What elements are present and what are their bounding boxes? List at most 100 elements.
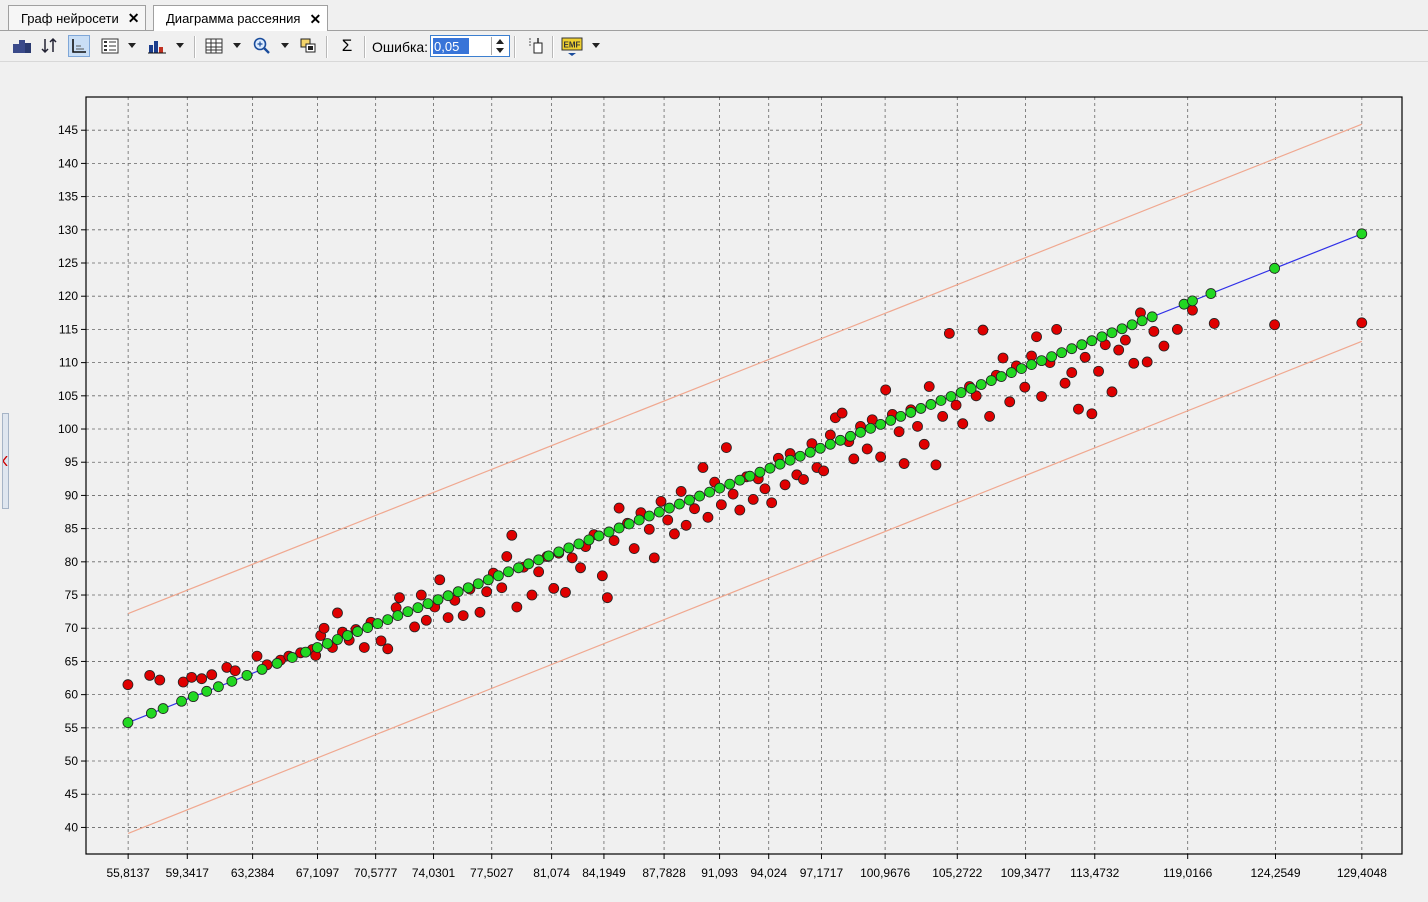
actual-point [154, 674, 166, 686]
zoom-icon[interactable] [251, 35, 273, 57]
predicted-point [1126, 319, 1138, 331]
predicted-point [1056, 347, 1068, 359]
network-icon[interactable] [11, 35, 33, 57]
predicted-point [1026, 359, 1037, 371]
actual-point [977, 324, 989, 336]
y-tick-label: 85 [65, 522, 79, 536]
actual-point [779, 479, 791, 491]
predicted-point [985, 375, 997, 386]
predicted-point [1086, 335, 1098, 347]
y-tick-label: 100 [58, 422, 78, 436]
y-tick-label: 80 [65, 555, 79, 569]
layers-icon[interactable] [297, 35, 319, 57]
chevron-down-icon[interactable] [128, 43, 136, 48]
list-view-icon[interactable] [99, 35, 121, 57]
actual-point [759, 483, 771, 495]
predicted-point [674, 498, 685, 510]
actual-point [875, 451, 887, 463]
x-tick-label: 94,024 [750, 866, 787, 880]
predicted-point [543, 550, 555, 562]
actual-point [818, 465, 830, 477]
y-tick-label: 120 [58, 289, 78, 303]
actual-point [898, 458, 910, 469]
side-panel-handle[interactable] [2, 413, 9, 509]
chevron-down-icon[interactable] [176, 43, 184, 48]
actual-point [727, 488, 739, 500]
predicted-point [226, 675, 238, 687]
y-tick-label: 130 [58, 223, 78, 237]
close-icon[interactable]: ✕ [128, 11, 140, 25]
actual-point [628, 543, 640, 554]
chevron-down-icon[interactable] [233, 43, 241, 48]
x-tick-label: 55,8137 [106, 866, 150, 880]
error-stepper[interactable] [430, 35, 510, 57]
actual-point [442, 612, 454, 624]
predicted-point [1187, 295, 1198, 307]
predicted-point [965, 383, 977, 394]
tab-scatter-diagram[interactable]: Диаграмма рассеяния ✕ [153, 5, 329, 31]
actual-point [1093, 365, 1104, 377]
predicted-point [1116, 323, 1128, 335]
predicted-point [1096, 331, 1108, 343]
predicted-point [1146, 311, 1158, 323]
actual-point [1073, 403, 1084, 415]
actual-point [648, 552, 660, 564]
emf-export-icon[interactable]: EMF [561, 35, 583, 57]
actual-point [196, 673, 208, 685]
spin-up-icon[interactable] [492, 37, 508, 46]
actual-point [533, 566, 545, 578]
spin-buttons[interactable] [491, 37, 508, 55]
scatter-plot[interactable]: 40 45 50 55 60 65 70 75 80 85 90 95 100 105 110 115 120 1… [10, 62, 1428, 902]
predicted-point [824, 438, 836, 450]
actual-point [186, 671, 198, 683]
actual-point [144, 669, 156, 681]
y-tick-label: 45 [65, 787, 79, 801]
actual-point [747, 494, 759, 505]
actual-point [943, 327, 955, 339]
emf-label: EMF [564, 41, 581, 50]
bar-chart-icon[interactable] [146, 35, 168, 57]
predicted-point [834, 434, 846, 446]
y-tick-label: 110 [59, 356, 78, 370]
close-icon[interactable]: ✕ [309, 12, 321, 26]
actual-point [1356, 317, 1368, 329]
predicted-point [885, 414, 897, 426]
predicted-point [875, 418, 887, 430]
predicted-point [935, 395, 947, 406]
sigma-icon[interactable]: Σ [336, 35, 358, 57]
y-tick-label: 115 [59, 322, 78, 336]
y-tick-label: 70 [65, 621, 79, 635]
actual-point [206, 669, 218, 681]
x-tick-label: 105,2722 [932, 866, 982, 880]
spin-down-icon[interactable] [492, 46, 508, 55]
actual-point [1019, 381, 1031, 393]
actual-point [613, 502, 625, 514]
x-tick-label: 124,2549 [1250, 866, 1300, 880]
error-label: Ошибка: [372, 39, 429, 55]
actual-point [1066, 367, 1078, 378]
tab-neural-graph[interactable]: Граф нейросети ✕ [8, 5, 147, 30]
pointer-icon[interactable] [525, 35, 547, 57]
x-tick-label: 87,7828 [642, 866, 686, 880]
x-tick-label: 113,4732 [1070, 866, 1119, 880]
chevron-down-icon[interactable] [281, 43, 289, 48]
actual-point [394, 592, 405, 604]
sort-icon[interactable] [39, 35, 61, 57]
table-icon[interactable] [203, 35, 225, 57]
actual-point [702, 511, 714, 523]
actual-point [655, 495, 667, 507]
predicted-point [684, 494, 695, 506]
predicted-point [744, 470, 756, 482]
predicted-point [945, 391, 957, 402]
actual-point [1086, 408, 1098, 420]
predicted-point [352, 626, 363, 637]
chevron-down-icon[interactable] [592, 43, 600, 48]
axes-icon[interactable] [68, 35, 90, 57]
actual-point [912, 420, 923, 432]
predicted-point [493, 570, 504, 582]
y-tick-label: 95 [65, 455, 79, 469]
predicted-point [955, 387, 967, 398]
error-input[interactable] [433, 38, 469, 54]
predicted-point [1005, 367, 1017, 378]
predicted-point [603, 526, 615, 538]
